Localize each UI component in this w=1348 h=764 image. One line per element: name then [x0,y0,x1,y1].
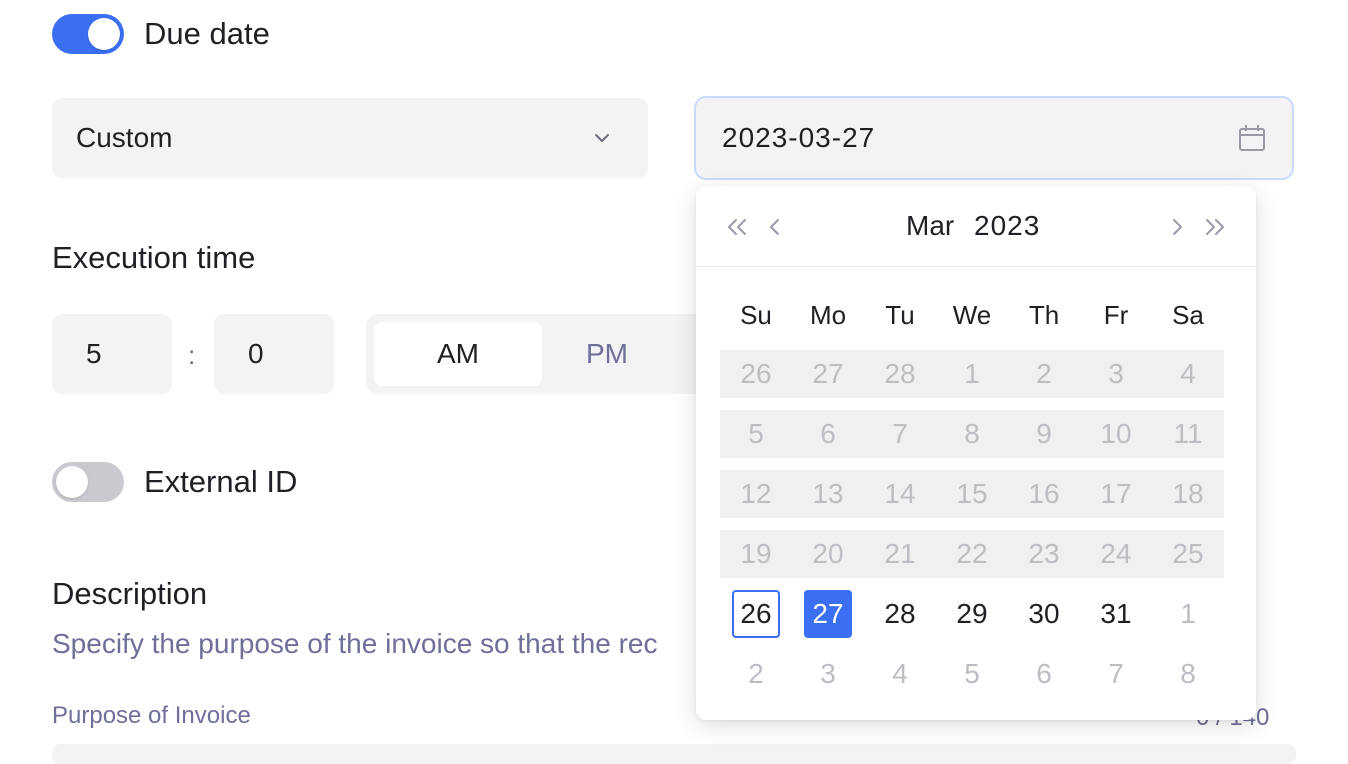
calendar-day[interactable]: 26 [732,350,780,398]
calendar-day[interactable]: 7 [876,410,924,458]
calendar-day[interactable]: 1 [1164,590,1212,638]
calendar-day[interactable]: 17 [1092,470,1140,518]
external-id-label: External ID [144,464,298,499]
calendar-day[interactable]: 13 [804,470,852,518]
calendar-week-row: 5 6 7 8 9 10 11 [720,410,1224,458]
hour-input[interactable]: 5 [52,314,172,394]
date-input-value: 2023-03-27 [722,122,876,153]
calendar-day[interactable]: 25 [1164,530,1212,578]
calendar-day[interactable]: 20 [804,530,852,578]
prev-year-icon[interactable] [722,212,752,242]
calendar-day[interactable]: 15 [948,470,996,518]
weekday-label: Mo [809,300,847,330]
calendar-day[interactable]: 1 [948,350,996,398]
date-picker-header: Mar 2023 [696,186,1256,267]
calendar-day[interactable]: 4 [876,650,924,698]
purpose-input[interactable] [52,744,1296,764]
calendar-year[interactable]: 2023 [974,210,1040,242]
calendar-day[interactable]: 12 [732,470,780,518]
time-separator: : [188,340,196,370]
calendar-icon[interactable] [1238,124,1266,152]
calendar-day[interactable]: 29 [948,590,996,638]
toggle-knob [56,466,88,498]
date-picker-popup: Mar 2023 Su Mo Tu We Th Fr Sa 26 27 28 1 2 3 4 5 6 7 8 9 1… [696,186,1256,720]
calendar-day[interactable]: 7 [1092,650,1140,698]
calendar-day[interactable]: 31 [1092,590,1140,638]
description-subtitle: Specify the purpose of the invoice so th… [52,628,658,659]
pm-option[interactable]: PM [586,338,628,370]
next-year-icon[interactable] [1200,212,1230,242]
calendar-day[interactable]: 6 [804,410,852,458]
calendar-day-today[interactable]: 26 [732,590,780,638]
calendar-day[interactable]: 5 [732,410,780,458]
toggle-knob [88,18,120,50]
calendar-day[interactable]: 2 [732,650,780,698]
calendar-day[interactable]: 27 [804,350,852,398]
description-heading: Description [52,576,208,611]
weekday-label: We [952,300,992,330]
calendar-day-selected[interactable]: 27 [804,590,852,638]
due-date-label: Due date [144,16,270,51]
due-date-toggle[interactable] [52,14,124,54]
minute-input[interactable]: 0 [214,314,334,394]
calendar-day[interactable]: 28 [876,350,924,398]
weekday-label: Su [740,300,772,330]
calendar-week-row: 26 27 28 29 30 31 1 [720,590,1224,638]
calendar-day[interactable]: 28 [876,590,924,638]
calendar-day[interactable]: 8 [1164,650,1212,698]
calendar-day[interactable]: 22 [948,530,996,578]
next-month-icon[interactable] [1162,212,1192,242]
date-input[interactable]: 2023-03-27 [694,96,1294,180]
calendar-day[interactable]: 23 [1020,530,1068,578]
calendar-day[interactable]: 8 [948,410,996,458]
am-label: AM [437,338,479,369]
am-option[interactable]: AM [374,322,542,386]
prev-month-icon[interactable] [760,212,790,242]
am-pm-segmented-control: AM PM [366,314,726,394]
calendar-day[interactable]: 14 [876,470,924,518]
weekday-label: Sa [1172,300,1204,330]
calendar-day[interactable]: 5 [948,650,996,698]
external-id-toggle[interactable] [52,462,124,502]
calendar-day[interactable]: 30 [1020,590,1068,638]
calendar-day[interactable]: 19 [732,530,780,578]
calendar-day[interactable]: 3 [804,650,852,698]
calendar-week-row: 19 20 21 22 23 24 25 [720,530,1224,578]
calendar-week-row: 12 13 14 15 16 17 18 [720,470,1224,518]
calendar-day[interactable]: 6 [1020,650,1068,698]
calendar-day[interactable]: 11 [1164,410,1212,458]
chevron-down-icon [595,134,609,142]
purpose-label: Purpose of Invoice [52,702,251,729]
calendar-day[interactable]: 21 [876,530,924,578]
hour-value: 5 [86,338,102,369]
weekday-label: Fr [1103,300,1129,330]
calendar-day[interactable]: 4 [1164,350,1212,398]
calendar-day[interactable]: 2 [1020,350,1068,398]
calendar-week-row: 26 27 28 1 2 3 4 [720,350,1224,398]
calendar-day[interactable]: 16 [1020,470,1068,518]
calendar-day[interactable]: 9 [1020,410,1068,458]
due-date-select-value: Custom [76,122,173,153]
weekday-label: Th [1028,300,1060,330]
calendar-day[interactable]: 18 [1164,470,1212,518]
calendar-week-row: 2345678 [720,650,1224,698]
minute-value: 0 [248,338,264,369]
calendar-month[interactable]: Mar [906,210,954,242]
calendar-day[interactable]: 10 [1092,410,1140,458]
calendar-day[interactable]: 3 [1092,350,1140,398]
due-date-select[interactable]: Custom [52,98,648,178]
calendar-day[interactable]: 24 [1092,530,1140,578]
execution-time-heading: Execution time [52,240,256,275]
weekday-label: Tu [885,300,915,330]
